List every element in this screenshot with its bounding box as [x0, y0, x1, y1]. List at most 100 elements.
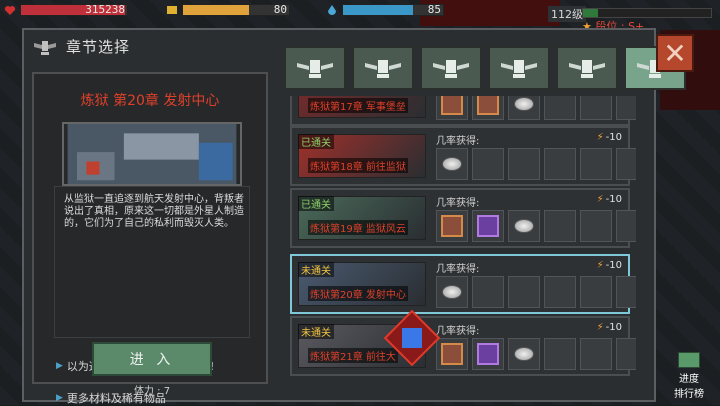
enter-button[interactable]: 进 入: [92, 342, 212, 376]
stamina-cost: ⚡ -10: [596, 132, 622, 143]
chapter-status-badge: 已通关: [298, 134, 334, 149]
reward-slot[interactable]: [508, 96, 540, 120]
reward-slot[interactable]: [436, 96, 468, 120]
chapter-tabs: [284, 46, 686, 90]
reward-slot[interactable]: [508, 338, 540, 370]
chapter-detail: 炼狱 第20章 发射中心 从监狱一直追逐到航天发射中心，背叛者说出了真相，原来这…: [32, 72, 268, 405]
chapter-status-badge: 未通关: [298, 324, 334, 339]
reward-slot[interactable]: [544, 148, 576, 180]
reward-slot[interactable]: [580, 96, 612, 120]
level-label: 112级: [548, 6, 586, 22]
leaderboard-label-2: 排行榜: [674, 389, 704, 400]
reward-slot[interactable]: [544, 338, 576, 370]
chapter-tab-5[interactable]: [556, 46, 618, 90]
level-progress-bar: [582, 8, 712, 18]
silver-coin-icon: [514, 347, 534, 361]
heart-icon: [4, 6, 16, 15]
water-drop-icon: [328, 5, 336, 15]
reward-slot[interactable]: [580, 276, 612, 308]
trophy-wings-icon: [297, 60, 333, 78]
close-button[interactable]: ✕: [656, 34, 694, 72]
trophy-wings-icon: [365, 60, 401, 78]
chapter-row[interactable]: 炼狱第17章 军事堡垒: [290, 96, 636, 126]
reward-slot[interactable]: [508, 148, 540, 180]
lightning-icon: ⚡: [596, 132, 604, 143]
silver-coin-icon: [442, 285, 462, 299]
chapter-name: 炼狱第21章 前往大: [308, 348, 398, 363]
reward-slot[interactable]: [436, 338, 468, 370]
trophy-wings-icon: [433, 60, 469, 78]
energy-value: 80: [273, 3, 287, 16]
reward-slots: [436, 96, 636, 120]
reward-slot[interactable]: [544, 210, 576, 242]
drop-chance-label: 几率获得:: [436, 198, 480, 209]
water-bar-group: 85: [326, 2, 444, 18]
reward-slot[interactable]: [472, 276, 504, 308]
trophy-wings-icon: [34, 40, 56, 55]
reward-slot[interactable]: [436, 210, 468, 242]
chapter-tab-3[interactable]: [420, 46, 482, 90]
silver-coin-icon: [442, 157, 462, 171]
material-crate-icon: [477, 96, 499, 115]
reward-slot[interactable]: [472, 210, 504, 242]
stamina-label: 体力 : 7: [134, 386, 171, 397]
chapter-row[interactable]: 未通关炼狱第21章 前往大 几率获得: ⚡ -10: [290, 316, 636, 376]
gem-wings-icon: [569, 60, 605, 78]
reward-slot[interactable]: [472, 338, 504, 370]
reward-slot[interactable]: [508, 276, 540, 308]
chapter-thumbnail-image: [62, 122, 242, 186]
material-crate-icon: [441, 215, 463, 237]
silver-coin-icon: [514, 97, 534, 111]
drop-chance-label: 几率获得:: [436, 326, 480, 337]
drop-chance-label: 几率获得:: [436, 264, 480, 275]
reward-slot[interactable]: [580, 210, 612, 242]
reward-slots: [436, 148, 636, 180]
leaderboard-button[interactable]: 进度 排行榜: [664, 352, 714, 400]
chapter-tab-1[interactable]: [284, 46, 346, 90]
reward-slot[interactable]: [616, 338, 636, 370]
stamina-cost: ⚡ -10: [596, 194, 622, 205]
reward-slot[interactable]: [616, 148, 636, 180]
drop-chance-label: 几率获得:: [436, 136, 480, 147]
chapter-row[interactable]: 已通关 炼狱第19章 监狱风云 几率获得: ⚡ -10: [290, 188, 636, 248]
reward-slot[interactable]: [616, 276, 636, 308]
lightning-icon: ⚡: [596, 260, 604, 271]
reward-slot[interactable]: [580, 148, 612, 180]
reward-slot[interactable]: [508, 210, 540, 242]
reward-slot[interactable]: [472, 96, 504, 120]
arrow-right-icon: ▶: [56, 393, 63, 403]
blue-gem-icon: [402, 328, 422, 348]
chapter-list[interactable]: 炼狱第17章 军事堡垒 已通关 炼狱第18章 前往监狱 几率获得: ⚡ -10 已通关 炼狱第…: [284, 96, 636, 402]
material-crate-icon: [441, 343, 463, 365]
reward-slot[interactable]: [544, 96, 576, 120]
reward-slot[interactable]: [544, 276, 576, 308]
reward-slot[interactable]: [472, 148, 504, 180]
close-icon: ✕: [663, 36, 687, 70]
panel-title: 章节选择: [66, 38, 131, 56]
chapter-tab-4[interactable]: [488, 46, 550, 90]
chapter-row[interactable]: 未通关 炼狱第20章 发射中心 几率获得: ⚡ -10: [290, 254, 636, 314]
hunger-icon: [167, 6, 177, 14]
hp-bar-group: 315238: [4, 2, 128, 18]
reward-slot[interactable]: [580, 338, 612, 370]
chapter-description: 从监狱一直追逐到航天发射中心，背叛者说出了真相，原来这一切都是外星人制造的，它们…: [64, 194, 244, 229]
energy-bar: 80: [182, 3, 290, 16]
reward-slot[interactable]: [436, 276, 468, 308]
reward-slot[interactable]: [616, 96, 636, 120]
chapter-title: 炼狱 第20章 发射中心: [80, 93, 220, 109]
reward-slot[interactable]: [436, 148, 468, 180]
calendar-icon: [678, 352, 700, 368]
stamina-cost: ⚡ -10: [596, 260, 622, 271]
chapter-row[interactable]: 已通关 炼狱第18章 前往监狱 几率获得: ⚡ -10: [290, 126, 636, 186]
chapter-status-badge: 已通关: [298, 196, 334, 211]
panel-header: 章节选择: [32, 36, 130, 57]
chapter-status-badge: 未通关: [298, 262, 334, 277]
reward-slot[interactable]: [616, 210, 636, 242]
energy-bar-group: 80: [166, 2, 290, 18]
hp-bar: 315238: [20, 3, 128, 16]
lightning-icon: ⚡: [596, 194, 604, 205]
reward-slots: [436, 276, 636, 308]
rare-material-icon: [477, 215, 499, 237]
stamina-cost: ⚡ -10: [596, 322, 622, 333]
chapter-tab-2[interactable]: [352, 46, 414, 90]
